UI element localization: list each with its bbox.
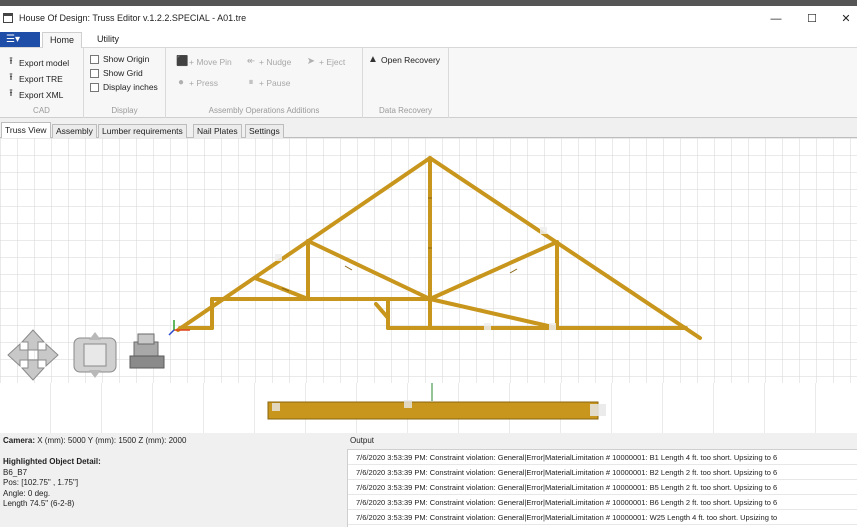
camera-y-value: 1500 — [118, 436, 137, 445]
output-label: Output — [350, 436, 375, 445]
detail-length: Length 74.5" (6-2-8) — [3, 499, 75, 508]
export-tre-button[interactable]: ⭱ Export TRE — [6, 70, 63, 87]
pause-icon: ⏸ — [248, 77, 254, 88]
log-line: 7/6/2020 3:53:39 PM: Constraint violatio… — [348, 465, 857, 480]
side-view-panel[interactable] — [0, 383, 857, 433]
show-grid-checkbox[interactable]: Show Grid — [90, 68, 143, 78]
upload-icon: ⭱ — [9, 72, 13, 83]
display-inches-label: Display inches — [103, 82, 158, 92]
tab-nail-plates[interactable]: Nail Plates — [193, 124, 242, 138]
application-menu-button[interactable]: ☰▾ — [0, 32, 40, 47]
tab-lumber-requirements[interactable]: Lumber requirements — [98, 124, 187, 138]
show-origin-label: Show Origin — [103, 54, 150, 64]
export-tre-label: Export TRE — [19, 73, 63, 84]
export-model-label: Export model — [19, 57, 70, 68]
camera-readout: Camera: X (mm): 5000 Y (mm): 1500 Z (mm)… — [0, 433, 345, 449]
display-group-label: Display — [111, 106, 138, 115]
menu-bar: ☰▾ Home Utility — [0, 30, 857, 49]
press-icon: ● — [177, 77, 185, 88]
camera-y-label: Y (mm): — [87, 436, 117, 445]
side-view-plate — [590, 404, 606, 416]
log-line: 7/6/2020 3:53:39 PM: Constraint violatio… — [348, 495, 857, 510]
close-button[interactable]: ✕ — [831, 12, 857, 26]
detail-heading: Highlighted Object Detail: — [3, 457, 101, 466]
window-title: House Of Design: Truss Editor v.1.2.2.SP… — [19, 13, 247, 23]
move-pin-button[interactable]: ⬛ + Move Pin — [176, 56, 232, 67]
side-view-drawing[interactable] — [0, 383, 857, 433]
maximize-button[interactable]: ☐ — [797, 12, 827, 26]
move-pin-icon: ⬛ — [176, 56, 189, 67]
app-logo-icon — [3, 13, 13, 23]
tab-utility[interactable]: Utility — [88, 32, 128, 47]
open-recovery-label: Open Recovery — [381, 54, 441, 65]
data-recovery-group-label: Data Recovery — [379, 106, 432, 115]
log-line: 7/6/2020 3:53:39 PM: Constraint violatio… — [348, 510, 857, 525]
checkbox-icon — [90, 68, 99, 78]
rotate-view-icon[interactable] — [73, 332, 117, 378]
show-origin-checkbox[interactable]: Show Origin — [90, 54, 149, 64]
show-grid-label: Show Grid — [103, 68, 143, 78]
tab-home[interactable]: Home — [42, 32, 82, 49]
camera-z-label: Z (mm): — [138, 436, 167, 445]
minimize-button[interactable]: — — [761, 12, 791, 26]
ribbon-group-data-recovery: ▲ Open Recovery Data Recovery — [363, 48, 449, 118]
nudge-button[interactable]: ↞ + Nudge — [246, 56, 292, 67]
ribbon-group-cad: ⭱ Export model ⭱ Export TRE ⭱ Export XML CA… — [0, 48, 84, 118]
camera-label: Camera: — [3, 436, 36, 445]
tab-truss-view[interactable]: Truss View — [1, 122, 51, 138]
side-view-plate — [272, 403, 280, 411]
ribbon-group-display: Show Origin Show Grid Display inches Dis… — [84, 48, 166, 118]
highlighted-object-detail: Highlighted Object Detail: B6_B7 Pos: [1… — [0, 449, 345, 527]
tab-assembly[interactable]: Assembly — [52, 124, 97, 138]
ribbon-group-assembly: ⬛ + Move Pin ↞ + Nudge ➤ + Eject ● + Press ⏸… — [166, 48, 363, 118]
view-tab-strip: Truss View Assembly Lumber requirements … — [0, 122, 857, 138]
display-inches-checkbox[interactable]: Display inches — [90, 82, 158, 92]
eject-button[interactable]: ➤ + Eject — [306, 56, 345, 67]
press-label: + Press — [189, 77, 219, 88]
detail-position: Pos: [102.75" , 1.75"] — [3, 478, 79, 487]
upload-icon: ⭱ — [9, 56, 13, 67]
checkbox-icon — [90, 54, 99, 64]
camera-z-value: 2000 — [168, 436, 187, 445]
ribbon: ⭱ Export model ⭱ Export TRE ⭱ Export XML CA… — [0, 48, 857, 118]
title-bar: House Of Design: Truss Editor v.1.2.2.SP… — [0, 6, 857, 30]
camera-x-label: X (mm): — [37, 436, 66, 445]
export-xml-label: Export XML — [19, 89, 64, 100]
pause-label: + Pause — [259, 77, 291, 88]
export-model-button[interactable]: ⭱ Export model — [6, 54, 69, 71]
camera-x-value: 5000 — [67, 436, 86, 445]
upload-icon: ⭱ — [9, 88, 13, 99]
press-button[interactable]: ● + Press — [176, 77, 218, 88]
nudge-label: + Nudge — [259, 56, 292, 67]
detail-object-name: B6_B7 — [3, 467, 28, 477]
eject-arrow-icon: ➤ — [306, 56, 316, 67]
move-pin-label: + Move Pin — [189, 56, 232, 67]
pause-button[interactable]: ⏸ + Pause — [246, 77, 291, 88]
assembly-group-label: Assembly Operations Additions — [208, 106, 320, 115]
side-view-lumber[interactable] — [267, 401, 599, 420]
checkbox-icon — [90, 82, 99, 92]
cad-group-label: CAD — [33, 106, 50, 115]
log-line: 7/6/2020 3:53:39 PM: Constraint violatio… — [348, 480, 857, 495]
nudge-arrow-icon: ↞ — [246, 56, 256, 67]
log-line: 7/6/2020 3:53:39 PM: Constraint violatio… — [348, 450, 857, 465]
truss-canvas[interactable] — [0, 138, 857, 383]
output-log[interactable]: 7/6/2020 3:53:39 PM: Constraint violatio… — [347, 449, 857, 527]
eject-label: + Eject — [319, 56, 346, 67]
truss-drawing[interactable] — [0, 138, 857, 383]
warning-icon: ▲ — [368, 54, 378, 65]
export-xml-button[interactable]: ⭱ Export XML — [6, 86, 63, 103]
tab-settings[interactable]: Settings — [245, 124, 284, 138]
side-view-plate — [404, 400, 412, 408]
open-recovery-button[interactable]: ▲ Open Recovery — [368, 54, 440, 65]
detail-angle: Angle: 0 deg. — [3, 488, 51, 498]
